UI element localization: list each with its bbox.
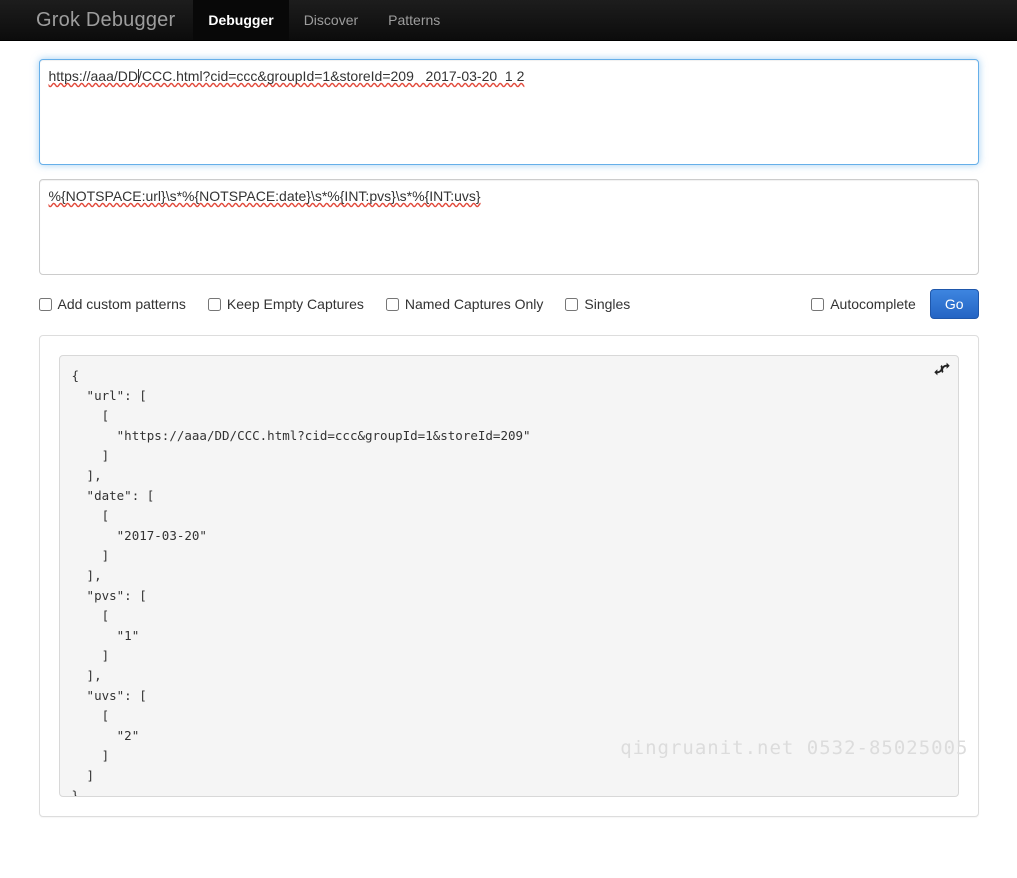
- checkbox-autocomplete[interactable]: [811, 297, 825, 311]
- option-singles[interactable]: Singles: [565, 296, 630, 312]
- option-add-custom-patterns[interactable]: Add custom patterns: [38, 296, 186, 312]
- tab-patterns[interactable]: Patterns: [373, 0, 455, 40]
- option-named-captures-only[interactable]: Named Captures Only: [385, 296, 544, 312]
- checkbox-named-captures-only[interactable]: [385, 297, 399, 311]
- label-named-captures-only[interactable]: Named Captures Only: [405, 296, 544, 312]
- sample-input-text-after-caret: /CCC.html?cid=ccc&groupId=1&storeId=209 …: [138, 68, 525, 84]
- sample-input-textarea[interactable]: https://aaa/DD/CCC.html?cid=ccc&groupId=…: [38, 59, 979, 165]
- brand-title[interactable]: Grok Debugger: [0, 0, 193, 40]
- sample-input-text-before-caret: https://aaa/DD: [48, 68, 139, 84]
- grok-pattern-text: %{NOTSPACE:url}\s*%{NOTSPACE:date}\s*%{I…: [48, 188, 481, 204]
- refresh-icon[interactable]: [933, 361, 950, 377]
- grok-pattern-textarea[interactable]: %{NOTSPACE:url}\s*%{NOTSPACE:date}\s*%{I…: [38, 179, 979, 275]
- checkbox-keep-empty-captures[interactable]: [207, 297, 221, 311]
- output-panel: { "url": [ [ "https://aaa/DD/CCC.html?ci…: [38, 335, 979, 817]
- navbar: Grok Debugger Debugger Discover Patterns: [0, 0, 1017, 41]
- option-keep-empty-captures[interactable]: Keep Empty Captures: [207, 296, 364, 312]
- option-autocomplete[interactable]: Autocomplete: [811, 296, 916, 312]
- options-row: Add custom patterns Keep Empty Captures …: [38, 287, 979, 321]
- tab-discover[interactable]: Discover: [289, 0, 373, 40]
- checkbox-singles[interactable]: [565, 297, 579, 311]
- checkbox-add-custom-patterns[interactable]: [38, 297, 52, 311]
- output-pre-wrapper: { "url": [ [ "https://aaa/DD/CCC.html?ci…: [58, 355, 959, 797]
- nav-tabs: Debugger Discover Patterns: [193, 0, 455, 40]
- main-container: https://aaa/DD/CCC.html?cid=ccc&groupId=…: [38, 41, 979, 817]
- tab-debugger[interactable]: Debugger: [193, 0, 289, 40]
- label-autocomplete[interactable]: Autocomplete: [830, 296, 916, 312]
- label-add-custom-patterns[interactable]: Add custom patterns: [58, 296, 186, 312]
- grok-output-json: { "url": [ [ "https://aaa/DD/CCC.html?ci…: [71, 368, 531, 797]
- go-button[interactable]: Go: [929, 289, 979, 319]
- label-singles[interactable]: Singles: [584, 296, 630, 312]
- label-keep-empty-captures[interactable]: Keep Empty Captures: [227, 296, 364, 312]
